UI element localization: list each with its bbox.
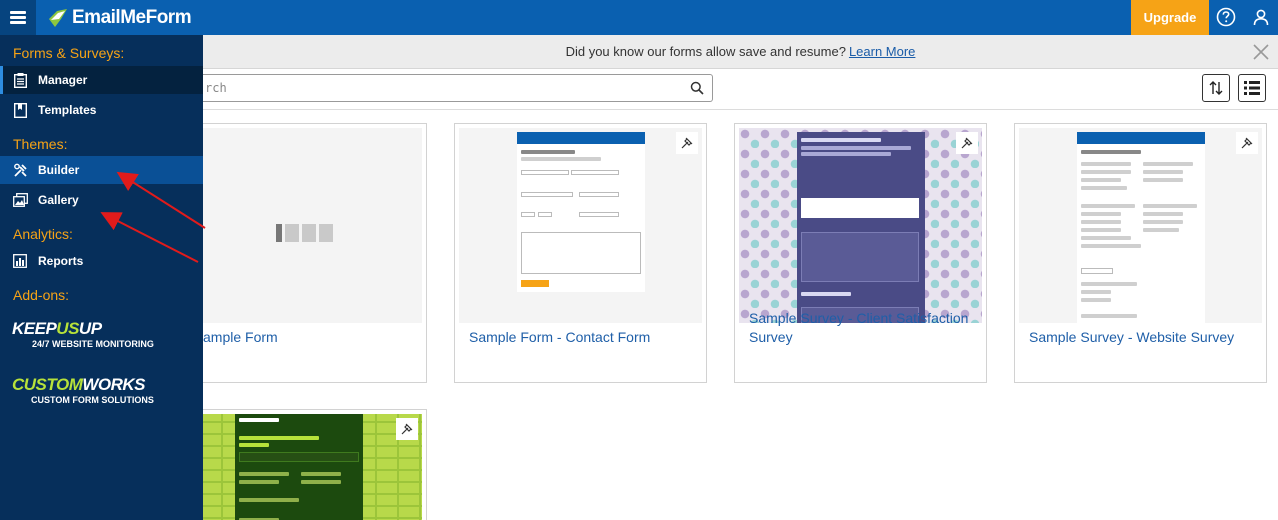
app-logo[interactable]: EmailMeForm: [47, 4, 192, 31]
notice-bar: Did you know our forms allow save and re…: [203, 35, 1278, 69]
card-thumbnail: [739, 128, 982, 323]
section-themes: Themes:: [13, 136, 68, 152]
search-input[interactable]: [203, 81, 673, 95]
section-addons: Add-ons:: [13, 287, 70, 303]
section-analytics: Analytics:: [13, 226, 73, 242]
list-icon: [1244, 81, 1260, 95]
customworks-subtitle: CUSTOM FORM SOLUTIONS: [31, 395, 154, 405]
card-title: Sample Survey - Client Satisfaction Surv…: [749, 310, 969, 345]
top-bar: EmailMeForm Upgrade: [0, 0, 1278, 35]
user-icon[interactable]: [1250, 6, 1272, 28]
form-card[interactable]: Sample Survey - Client Satisfaction Surv…: [734, 123, 987, 383]
sidebar-item-reports[interactable]: Reports: [0, 247, 203, 275]
card-thumbnail: [179, 128, 422, 323]
close-icon[interactable]: [1252, 43, 1270, 61]
sort-icon: [1209, 81, 1223, 95]
tools-icon: [12, 162, 28, 178]
images-icon: [12, 192, 28, 208]
pin-icon[interactable]: [396, 418, 418, 440]
card-thumbnail: [179, 414, 422, 520]
card-thumbnail: [459, 128, 702, 323]
logo-icon: [49, 8, 67, 27]
menu-button[interactable]: [0, 0, 36, 35]
sidebar-item-builder[interactable]: Builder: [0, 156, 203, 184]
upgrade-button[interactable]: Upgrade: [1131, 0, 1209, 35]
customworks-logo: CUSTOMWORKS: [12, 375, 146, 394]
bar-chart-icon: [12, 253, 28, 269]
form-card[interactable]: ample Form: [174, 123, 427, 383]
sidebar-item-gallery[interactable]: Gallery: [0, 186, 203, 214]
card-title: Sample Survey - Website Survey: [1029, 329, 1235, 345]
form-card[interactable]: Sample Form - Contact Form: [454, 123, 707, 383]
clipboard-icon: [12, 72, 28, 88]
sidebar: Forms & Surveys: Manager Templates Theme…: [0, 35, 203, 520]
toolbar: [203, 69, 1278, 110]
customworks-addon[interactable]: CUSTOMWORKS CUSTOM FORM SOLUTIONS: [12, 375, 154, 405]
sort-button[interactable]: [1202, 74, 1230, 102]
sidebar-item-label: Reports: [38, 254, 84, 268]
sidebar-item-label: Gallery: [38, 193, 79, 207]
pin-icon[interactable]: [956, 132, 978, 154]
logo-text: EmailMeForm: [72, 6, 192, 28]
sidebar-item-label: Builder: [38, 163, 80, 177]
pin-icon[interactable]: [1236, 132, 1258, 154]
search-icon[interactable]: [690, 81, 704, 95]
loading-indicator: [276, 224, 333, 242]
help-icon[interactable]: [1215, 6, 1237, 28]
menu-icon: [10, 11, 26, 24]
card-title: ample Form: [203, 329, 278, 345]
sidebar-item-label: Templates: [38, 103, 97, 117]
search-box: [203, 74, 713, 102]
list-view-button[interactable]: [1238, 74, 1266, 102]
card-title: Sample Form - Contact Form: [469, 329, 651, 345]
section-forms-surveys: Forms & Surveys:: [13, 45, 125, 61]
keepusup-logo: KEEPUSUP: [12, 319, 102, 338]
pin-icon[interactable]: [676, 132, 698, 154]
sidebar-item-templates[interactable]: Templates: [0, 96, 203, 124]
sidebar-item-manager[interactable]: Manager: [0, 66, 203, 94]
learn-more-link[interactable]: Learn More: [849, 44, 915, 59]
keepusup-addon[interactable]: KEEPUSUP 24/7 WEBSITE MONITORING: [12, 319, 154, 349]
form-card[interactable]: Sample Survey - Website Survey: [1014, 123, 1267, 383]
keepusup-subtitle: 24/7 WEBSITE MONITORING: [32, 339, 154, 349]
notice-text: Did you know our forms allow save and re…: [565, 44, 846, 59]
card-thumbnail: [1019, 128, 1262, 323]
form-card[interactable]: [174, 409, 427, 520]
sidebar-item-label: Manager: [38, 73, 88, 87]
bookmark-icon: [12, 102, 28, 118]
